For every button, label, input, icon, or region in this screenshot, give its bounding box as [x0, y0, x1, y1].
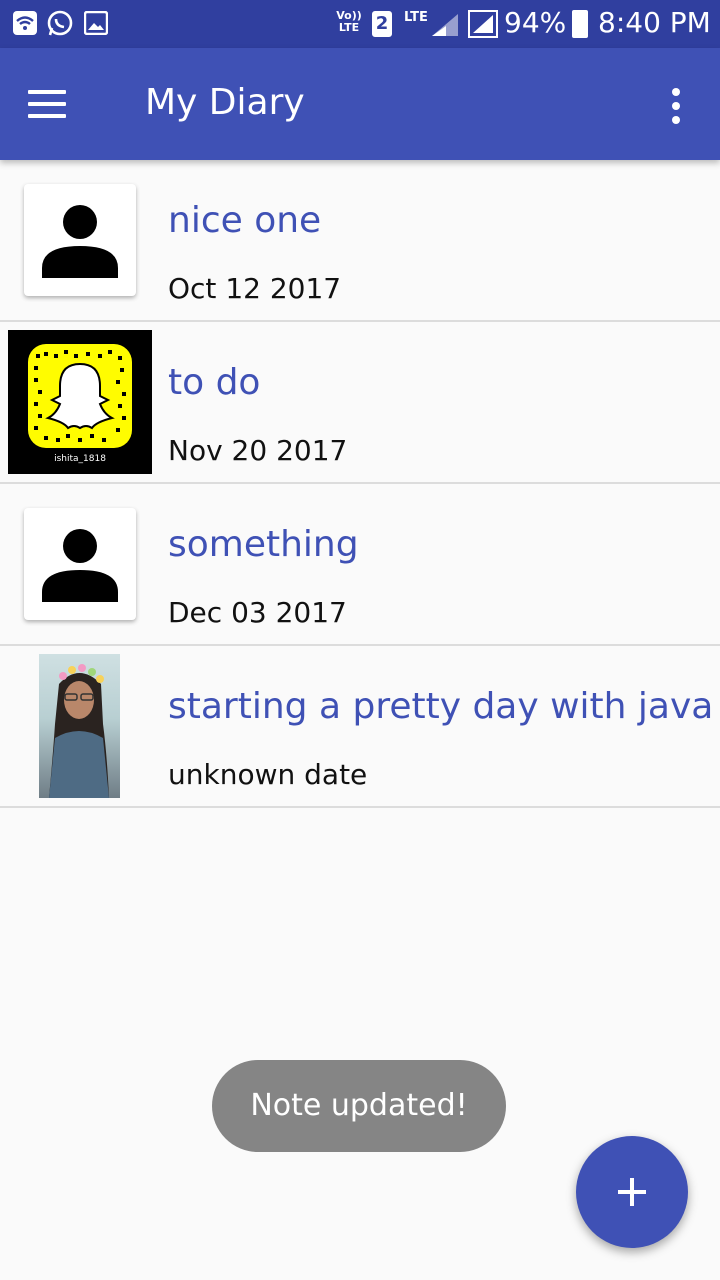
note-thumbnail: [24, 508, 136, 620]
gallery-icon: [84, 11, 108, 35]
note-row[interactable]: something Dec 03 2017: [0, 484, 720, 646]
sim-badge: 2: [372, 11, 392, 37]
sim-number: 2: [375, 13, 389, 34]
status-bar: Vo)) LTE 2 LTE 94% 8:40 PM: [0, 0, 720, 48]
battery-icon: [572, 10, 588, 38]
note-date: Dec 03 2017: [168, 596, 347, 629]
note-title: to do: [168, 362, 261, 403]
signal-icon-sim2: [432, 14, 458, 36]
selfie-photo: [39, 654, 120, 798]
note-date: unknown date: [168, 758, 368, 791]
note-title: nice one: [168, 200, 322, 241]
app-title: My Diary: [145, 82, 305, 123]
note-row[interactable]: starting a pretty day with java unknown …: [0, 646, 720, 808]
menu-icon[interactable]: [28, 90, 68, 120]
note-thumbnail: [24, 184, 136, 296]
notes-list: nice one Oct 12 2017 ishita_1818 to do N…: [0, 160, 720, 808]
note-title: something: [168, 524, 359, 565]
signal-icon-sim1: [468, 10, 498, 38]
whatsapp-icon: [47, 10, 73, 36]
clock: 8:40 PM: [598, 6, 711, 39]
note-row[interactable]: ishita_1818 to do Nov 20 2017: [0, 322, 720, 484]
add-note-button[interactable]: [576, 1136, 688, 1248]
volte-label: Vo)) LTE: [336, 9, 362, 34]
note-row[interactable]: nice one Oct 12 2017: [0, 160, 720, 322]
app-bar: My Diary: [0, 48, 720, 160]
add-icon: [618, 1178, 646, 1206]
lte-label: LTE: [404, 10, 428, 25]
snapcode-username: ishita_1818: [54, 454, 106, 464]
note-date: Nov 20 2017: [168, 434, 348, 467]
more-vert-icon[interactable]: [660, 86, 692, 126]
snapcode-image: ishita_1818: [8, 330, 152, 474]
wifi-icon: [13, 11, 37, 35]
person-placeholder-icon: [42, 205, 118, 278]
note-date: Oct 12 2017: [168, 272, 342, 305]
toast-message: Note updated!: [212, 1060, 506, 1152]
note-title: starting a pretty day with java: [168, 686, 714, 727]
person-placeholder-icon: [42, 529, 118, 602]
battery-percent: 94%: [504, 6, 567, 39]
